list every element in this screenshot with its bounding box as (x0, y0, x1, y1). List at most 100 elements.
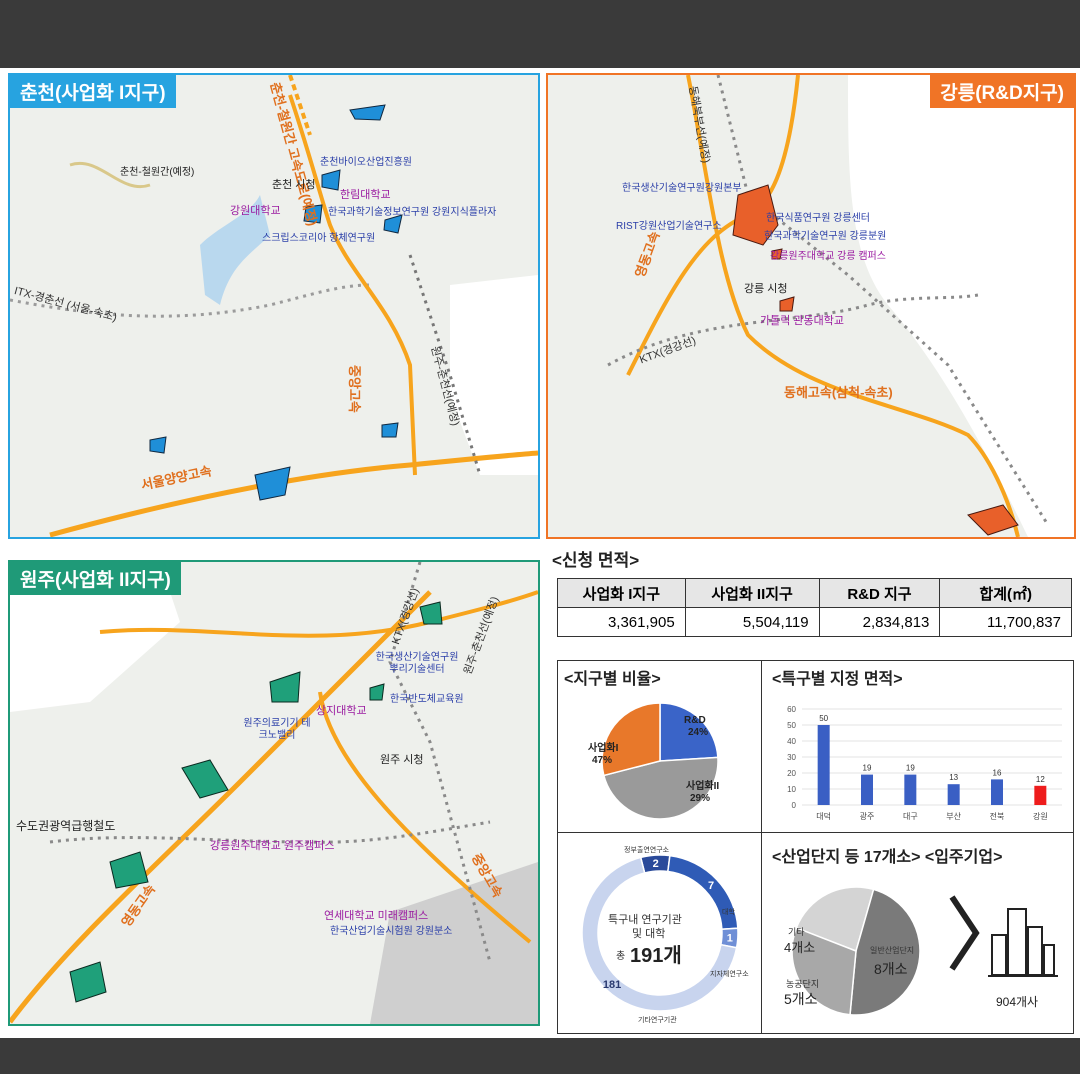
bar-value-label: 12 (1036, 775, 1045, 784)
bar-value-label: 16 (993, 768, 1002, 777)
food-institute-label: 한국식품연구원 강릉센터 (766, 213, 870, 224)
metro-rail-label: 수도권광역급행철도 (16, 819, 116, 833)
industrial-general-value: 8개소 (874, 961, 908, 977)
area-header-cell: R&D 지구 (818, 578, 941, 608)
area-value-cell: 2,834,813 (818, 607, 941, 637)
kitech-root-label: 한국생산기술연구원 뿌리기술센터 (375, 652, 459, 675)
donut-value-label: 181 (603, 979, 621, 991)
research-panel: 2 7 1 181 정부출연연구소 대학 지자체연구소 기타연구기관 특구내 연구기관… (557, 832, 763, 1034)
donut-value-label: 1 (727, 932, 733, 944)
donut-center-prefix: 총 (616, 951, 626, 962)
donut-value-label: 7 (708, 880, 714, 892)
gangneung-city-hall-label: 강릉 시청 (744, 283, 788, 295)
pie-label: R&D (684, 715, 706, 726)
building-icon (988, 908, 1058, 977)
medical-valley-label: 원주의료기기 테크노밸리 (243, 718, 311, 741)
gwu-wonju-label: 강릉원주대학교 원주캠퍼스 (210, 840, 335, 852)
wonju-map[interactable]: 원주(사업화 II지구) KTX(경강선) 원주-춘천선(예정) 한국생산기술연… (8, 560, 540, 1026)
y-tick-label: 60 (787, 705, 796, 714)
hallym-univ-label: 한림대학교 (340, 189, 391, 201)
pie-percent: 47% (592, 755, 612, 766)
donut-value-label: 2 (653, 858, 659, 870)
area-header-cell: 합계(㎡) (939, 578, 1072, 608)
y-tick-label: 40 (787, 737, 796, 746)
jungang-label: 중앙고속 (347, 365, 362, 413)
industrial-etc-value: 4개소 (784, 940, 816, 955)
wonju-map-graphic (10, 562, 538, 1024)
x-tick-label: 대덕 (816, 811, 831, 821)
bar-value-label: 19 (863, 764, 872, 773)
gangneung-map-graphic (548, 75, 1074, 537)
chuncheon-city-hall-label: 춘천 시청 (272, 179, 316, 191)
x-tick-label: 부산 (946, 811, 961, 821)
sangji-univ-label: 상지대학교 (316, 705, 367, 717)
bottom-bar (0, 1038, 1080, 1074)
gangneung-title: 강릉(R&D지구) (930, 75, 1074, 108)
scripps-label: 스크립스코리아 항체연구원 (262, 233, 376, 244)
special-zone-panel: <특구별 지정 면적> 0 10 20 30 40 50 60 50 대덕 19 광주 19 대구 13 부… (761, 660, 1074, 834)
bar-value-label: 50 (819, 714, 828, 723)
district-ratio-pie: R&D24% 사업화I47% 사업화II29% (588, 702, 719, 820)
semiconductor-label: 한국반도체교육원 (390, 694, 464, 705)
pie-label: 사업화II (686, 779, 719, 792)
area-value-cell: 5,504,119 (684, 607, 820, 637)
area-value-row: 3,361,905 5,504,119 2,834,813 11,700,837 (557, 607, 1072, 637)
chuncheon-map[interactable]: 춘천(사업화 I지구) 춘천-철원간 고속도로(예정) 춘천-철원간(예정) 춘… (8, 73, 540, 539)
area-header-cell: 사업화 I지구 (557, 578, 686, 608)
y-tick-label: 30 (787, 753, 796, 762)
kist-gangneung-label: 한국과학기술연구원 강릉분원 (764, 231, 887, 242)
chuncheon-title: 춘천(사업화 I지구) (10, 75, 176, 108)
x-tick-label: 광주 (860, 811, 875, 821)
y-tick-label: 50 (787, 721, 796, 730)
area-header-row: 사업화 I지구 사업화 II지구 R&D 지구 합계(㎡) (557, 578, 1072, 608)
univ-label: 대학 (722, 909, 735, 916)
ktl-label: 한국산업기술시험원 강원분소 (330, 926, 453, 937)
area-title: <신청 면적> (552, 551, 640, 570)
area-value-cell: 3,361,905 (557, 607, 686, 637)
district-ratio-panel: <지구별 비율> R&D 24% 사업화I 47% 사업화II 29% (557, 660, 763, 834)
wonju-title: 원주(사업화 II지구) (10, 562, 181, 595)
kitech-gangwon-label: 한국생산기술연구원강원본부 (622, 183, 742, 194)
bar (947, 784, 960, 805)
gov-label: 정부출연연구소 (624, 847, 670, 854)
donut-center-num: 191개 (630, 945, 682, 967)
chuncheon-cheorwon-label: 춘천-철원간(예정) (120, 167, 195, 178)
kist-label: 한국과학기술정보연구원 강원지식플라자 (328, 207, 497, 218)
x-tick-label: 강원 (1033, 811, 1048, 821)
y-tick-label: 0 (792, 801, 797, 810)
special-zone-bar-chart: 0 10 20 30 40 50 60 50 대덕 19 광주 19 대구 13 부산 16 전북 12 강원 (787, 705, 1062, 821)
yonsei-label: 연세대학교 미래캠퍼스 (324, 910, 429, 922)
donghae-expressway-label: 동해고속(삼척-속초) (784, 385, 893, 400)
x-tick-label: 전북 (990, 811, 1005, 821)
bar-value-label: 13 (949, 773, 958, 782)
kangwon-univ-label: 강원대학교 (230, 205, 281, 217)
x-tick-label: 대구 (903, 812, 918, 821)
other-inst-label: 지자체연구소 (710, 971, 749, 978)
gwu-gangneung-label: 강릉원주대학교 강릉 캠퍼스 (770, 251, 886, 262)
industrial-agri-value: 5개소 (784, 991, 818, 1007)
bio-foundation-label: 춘천바이오산업진흥원 (320, 157, 412, 168)
rist-label: RIST강원산업기술연구소 (616, 221, 722, 232)
area-value-cell: 11,700,837 (939, 607, 1072, 637)
industrial-general-name: 일반산업단지 (870, 946, 915, 955)
catholic-label: 가톨릭 관동대학교 (760, 315, 845, 327)
etc-inst-label: 기타연구기관 (638, 1017, 677, 1024)
bar (991, 779, 1003, 805)
y-tick-label: 10 (787, 785, 796, 794)
area-table: 사업화 I지구 사업화 II지구 R&D 지구 합계(㎡) 3,361,905 … (557, 578, 1072, 637)
pie-percent: 29% (690, 793, 710, 804)
pie-percent: 24% (688, 727, 708, 738)
y-tick-label: 20 (787, 769, 796, 778)
industrial-panel: <산업단지 등 17개소> <입주기업> 기타 4개소 일반산업단지 8개소 농… (761, 832, 1074, 1034)
pie-label: 사업화I (588, 741, 619, 754)
companies-count: 904개사 (996, 995, 1039, 1009)
wonju-city-hall-label: 원주 시청 (380, 754, 424, 766)
bar (1034, 785, 1047, 805)
area-header-cell: 사업화 II지구 (684, 578, 820, 608)
gangneung-map[interactable]: 강릉(R&D지구) 동해북부선(예정) 한국생산기술연구원강원본부 RIST강원… (546, 73, 1076, 539)
bar (817, 725, 830, 805)
bar (904, 774, 917, 805)
arrow-icon (949, 895, 980, 971)
bar (861, 774, 873, 805)
bar-value-label: 19 (906, 764, 915, 773)
